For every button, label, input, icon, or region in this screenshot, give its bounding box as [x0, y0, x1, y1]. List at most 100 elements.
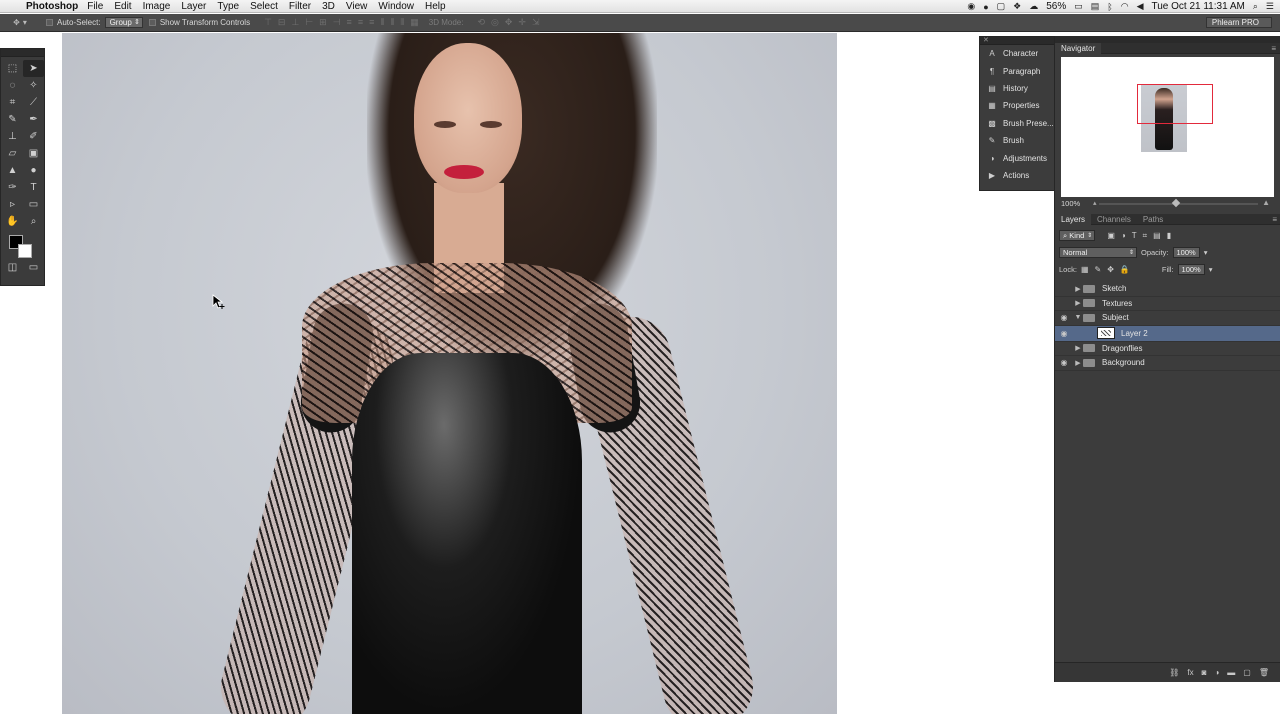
distribute-bottom-icon[interactable]: ≡ — [369, 17, 374, 28]
menu-image[interactable]: Image — [143, 1, 171, 12]
menu-3d[interactable]: 3D — [322, 1, 335, 12]
fill-input[interactable]: 100% — [1177, 264, 1205, 275]
wifi-icon[interactable]: ◠ — [1121, 1, 1129, 12]
visibility-toggle-subject[interactable]: ◉ — [1055, 313, 1073, 322]
close-icon[interactable]: ✕ — [983, 36, 989, 44]
distribute-hcenter-icon[interactable]: ⦀ — [390, 17, 394, 28]
eraser-tool-icon[interactable]: ▱ — [2, 145, 23, 162]
menu-view[interactable]: View — [346, 1, 368, 12]
align-bottom-icon[interactable]: ⊥ — [291, 17, 299, 28]
new-layer-icon[interactable]: ▢ — [1243, 668, 1251, 677]
dock-item-paragraph[interactable]: ¶ Paragraph — [980, 62, 1054, 79]
opacity-chevron-icon[interactable]: ▾ — [1204, 248, 1208, 257]
filter-pixel-icon[interactable]: ▣ — [1107, 231, 1115, 241]
screen-mode-icon[interactable]: ▭ — [23, 262, 44, 273]
align-left-icon[interactable]: ⊢ — [305, 17, 313, 28]
app-menu[interactable]: Photoshop — [26, 1, 78, 12]
3d-roll-icon[interactable]: ◎ — [491, 17, 499, 28]
navigator-view-box[interactable] — [1137, 84, 1213, 124]
align-hcenter-icon[interactable]: ⊞ — [319, 17, 327, 28]
tab-layers[interactable]: Layers — [1055, 213, 1092, 225]
3d-slide-icon[interactable]: ✛ — [518, 17, 526, 28]
layer-row-subject[interactable]: ◉ ▼ Subject — [1055, 311, 1280, 326]
layer-name[interactable]: Textures — [1102, 299, 1132, 308]
show-transform-checkbox[interactable] — [148, 19, 156, 26]
volume-icon[interactable]: ◀ — [1137, 1, 1144, 12]
lock-transparent-icon[interactable]: ▦ — [1081, 265, 1089, 274]
quick-mask-icon[interactable]: ◫ — [2, 262, 23, 273]
dock-item-brush[interactable]: ✎ Brush — [980, 132, 1054, 149]
lasso-tool-icon[interactable]: ◌ — [2, 77, 23, 94]
layer-name[interactable]: Background — [1102, 358, 1145, 367]
crop-tool-icon[interactable]: ⌗ — [2, 94, 23, 111]
panel-menu-icon[interactable]: ≡ — [1271, 43, 1276, 54]
zoom-tool-icon[interactable]: ⌕ — [23, 213, 44, 230]
menu-layer[interactable]: Layer — [181, 1, 206, 12]
path-selection-tool-icon[interactable]: ▹ — [2, 196, 23, 213]
filter-smart-object-icon[interactable]: ▤ — [1153, 231, 1161, 241]
distribute-left-icon[interactable]: ⦀ — [380, 17, 384, 28]
tab-channels[interactable]: Channels — [1091, 214, 1137, 225]
history-brush-tool-icon[interactable]: ✐ — [23, 128, 44, 145]
magic-wand-tool-icon[interactable]: ✧ — [23, 77, 44, 94]
menu-edit[interactable]: Edit — [114, 1, 131, 12]
notes-icon[interactable]: ▢ — [997, 1, 1006, 12]
visibility-toggle-textures[interactable]: 👁 — [1055, 299, 1073, 308]
filter-adjustment-icon[interactable]: ◑ — [1121, 231, 1126, 241]
document-canvas[interactable] — [62, 33, 837, 714]
3d-drag-icon[interactable]: ✥ — [505, 17, 513, 28]
zoom-slider-handle[interactable] — [1171, 198, 1181, 208]
healing-brush-tool-icon[interactable]: ✎ — [2, 111, 23, 128]
align-top-icon[interactable]: ⊤ — [264, 17, 272, 28]
navigator-zoom-value[interactable]: 100% — [1061, 199, 1080, 208]
shape-tool-icon[interactable]: ▭ — [23, 196, 44, 213]
display-icon[interactable]: ▭ — [1074, 1, 1083, 12]
zoom-out-icon[interactable]: ▴ — [1093, 199, 1097, 207]
layer-filter-kind[interactable]: ⌕ Kind — [1059, 230, 1096, 241]
distribute-right-icon[interactable]: ⦀ — [400, 17, 404, 28]
auto-align-icon[interactable]: ▦ — [410, 17, 419, 28]
trash-icon[interactable]: 🗑 — [1259, 668, 1269, 677]
distribute-top-icon[interactable]: ≡ — [347, 17, 352, 28]
distribute-vcenter-icon[interactable]: ≡ — [358, 17, 363, 28]
zoom-in-icon[interactable]: ▲ — [1262, 198, 1270, 207]
fill-chevron-icon[interactable]: ▾ — [1209, 265, 1213, 274]
opacity-input[interactable]: 100% — [1172, 247, 1200, 258]
auto-select-checkbox[interactable] — [46, 19, 53, 26]
dodge-tool-icon[interactable]: ● — [23, 162, 44, 179]
layer-style-icon[interactable]: fx — [1187, 668, 1193, 677]
tab-navigator[interactable]: Navigator — [1055, 42, 1102, 54]
new-group-icon[interactable]: ▬ — [1227, 668, 1235, 677]
tool-preset-picker[interactable]: ✥ ▾ — [0, 18, 40, 27]
lock-image-icon[interactable]: ✎ — [1095, 265, 1102, 274]
bluetooth-icon[interactable]: ᛒ — [1107, 2, 1112, 12]
dock-item-properties[interactable]: ▦ Properties — [980, 97, 1054, 114]
layer-row-dragonflies[interactable]: 👁 ▶ Dragonflies — [1055, 342, 1280, 356]
creative-cloud-icon[interactable]: ☁ — [1029, 1, 1038, 12]
layer-name[interactable]: Sketch — [1102, 284, 1126, 293]
clock[interactable]: Tue Oct 21 11:31 AM — [1151, 1, 1244, 12]
dock-grip[interactable]: ✕ — [980, 37, 1054, 45]
expand-arrow-icon[interactable]: ▶ — [1073, 299, 1083, 307]
background-color-swatch[interactable] — [18, 244, 32, 258]
menu-type[interactable]: Type — [217, 1, 239, 12]
layers-menu-icon[interactable]: ≡ — [1272, 214, 1277, 225]
dropbox-icon[interactable]: ❖ — [1013, 1, 1021, 12]
blend-mode-select[interactable]: Normal — [1059, 247, 1137, 258]
move-tool-icon[interactable]: ➤ — [23, 60, 44, 77]
eyedropper-tool-icon[interactable]: ⟋ — [23, 94, 44, 111]
marquee-tool-icon[interactable]: ⬚ — [2, 60, 23, 77]
expand-arrow-icon[interactable]: ▶ — [1073, 359, 1083, 367]
expand-arrow-icon[interactable]: ▶ — [1073, 344, 1083, 352]
visibility-toggle-dragonflies[interactable]: 👁 — [1055, 344, 1073, 353]
brush-tool-icon[interactable]: ✒ — [23, 111, 44, 128]
pen-tool-icon[interactable]: ✑ — [2, 179, 23, 196]
blur-tool-icon[interactable]: ▲ — [2, 162, 23, 179]
tools-panel-grip[interactable] — [1, 49, 44, 57]
filter-type-icon[interactable]: T — [1132, 231, 1137, 241]
layer-row-textures[interactable]: 👁 ▶ Textures — [1055, 297, 1280, 311]
layer-row-background[interactable]: ◉ ▶ Background — [1055, 356, 1280, 371]
evernote-icon[interactable]: ● — [983, 2, 988, 12]
clone-stamp-tool-icon[interactable]: ⊥ — [2, 128, 23, 145]
navigator-preview[interactable] — [1061, 57, 1274, 197]
